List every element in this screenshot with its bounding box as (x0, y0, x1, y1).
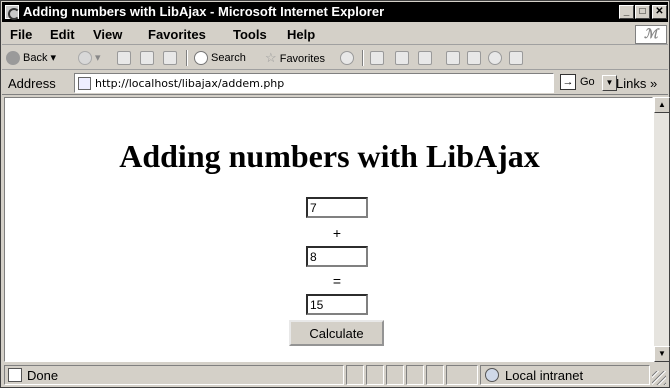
favorites-button[interactable]: ☆ Favorites (265, 49, 325, 67)
page-heading: Adding numbers with LibAjax (119, 138, 540, 174)
browser-window: Adding numbers with LibAjax - Microsoft … (0, 0, 670, 388)
title-bar: Adding numbers with LibAjax - Microsoft … (2, 2, 668, 22)
page-icon (78, 77, 91, 90)
equals-sign: = (332, 273, 342, 289)
go-button[interactable]: → Go (560, 74, 595, 92)
go-arrow-icon: → (560, 74, 576, 90)
search-icon (194, 51, 208, 66)
research-icon[interactable] (467, 51, 481, 65)
stop-icon[interactable] (117, 51, 131, 65)
menu-edit[interactable]: Edit (50, 27, 75, 42)
menu-favorites[interactable]: Favorites (148, 27, 206, 42)
back-button[interactable]: Back ▾ (6, 49, 56, 67)
scroll-down-button[interactable]: ▼ (654, 346, 670, 362)
status-pane (406, 365, 424, 385)
toolbar-separator (186, 50, 188, 66)
close-button[interactable]: ✕ (652, 5, 667, 19)
edit-icon[interactable] (418, 51, 432, 65)
print-icon[interactable] (395, 51, 409, 65)
first-number-input[interactable] (306, 197, 368, 218)
messenger-icon[interactable] (488, 51, 502, 65)
vertical-scrollbar[interactable]: ▲ ▼ (653, 97, 670, 362)
go-label: Go (580, 75, 595, 88)
minimize-button[interactable]: _ (619, 5, 634, 19)
address-url: http://localhost/libajax/addem.php (95, 77, 285, 90)
discuss-icon[interactable] (446, 51, 460, 65)
ie-app-icon (5, 5, 20, 20)
result-input[interactable] (306, 294, 368, 315)
status-pane (366, 365, 384, 385)
menu-help[interactable]: Help (287, 27, 315, 42)
window-title: Adding numbers with LibAjax - Microsoft … (23, 4, 385, 19)
back-arrow-icon (6, 51, 20, 66)
history-icon[interactable] (340, 51, 354, 65)
zone-text: Local intranet (505, 368, 584, 383)
status-pane (386, 365, 404, 385)
media-icon[interactable] (509, 51, 523, 65)
status-pane (346, 365, 364, 385)
security-zone-pane: Local intranet (480, 365, 650, 385)
second-number-input[interactable] (306, 246, 368, 267)
links-toolbar[interactable]: Links » (616, 76, 657, 91)
status-text: Done (27, 368, 59, 383)
menu-bar: File Edit View Favorites Tools Help ℳ (2, 23, 668, 45)
page-viewport: Adding numbers with LibAjax + = Calculat… (4, 97, 653, 362)
search-label: Search (211, 52, 246, 64)
status-bar: Done Local intranet (2, 363, 668, 387)
back-label: Back (23, 52, 48, 64)
intranet-icon (485, 368, 499, 382)
links-label: Links (616, 76, 647, 91)
forward-button[interactable]: ▾ (78, 49, 101, 67)
search-button[interactable]: Search (194, 49, 246, 67)
plus-sign: + (332, 225, 342, 241)
menu-view[interactable]: View (93, 27, 122, 42)
resize-grip[interactable] (652, 371, 666, 385)
home-icon[interactable] (163, 51, 177, 65)
status-pane (426, 365, 444, 385)
mail-icon[interactable] (370, 51, 384, 65)
page-done-icon (8, 368, 22, 382)
address-label: Address (8, 76, 56, 91)
address-dropdown-button[interactable]: ▼ (602, 75, 617, 91)
status-text-pane: Done (4, 365, 344, 385)
refresh-icon[interactable] (140, 51, 154, 65)
toolbar-separator (362, 50, 364, 66)
status-pane (446, 365, 478, 385)
menu-tools[interactable]: Tools (233, 27, 267, 42)
menu-file[interactable]: File (10, 27, 32, 42)
star-icon: ☆ (265, 50, 277, 65)
favorites-label: Favorites (279, 53, 325, 65)
scroll-up-button[interactable]: ▲ (654, 97, 670, 113)
calculate-button[interactable]: Calculate (289, 320, 384, 346)
standard-toolbar: Back ▾ ▾ Search ☆ Favorites (2, 46, 668, 70)
maximize-button[interactable]: □ (635, 5, 650, 19)
forward-arrow-icon (78, 51, 92, 66)
address-bar: Address http://localhost/libajax/addem.p… (2, 71, 668, 95)
windows-logo-icon: ℳ (635, 25, 667, 44)
address-input[interactable]: http://localhost/libajax/addem.php ▼ (74, 73, 617, 93)
